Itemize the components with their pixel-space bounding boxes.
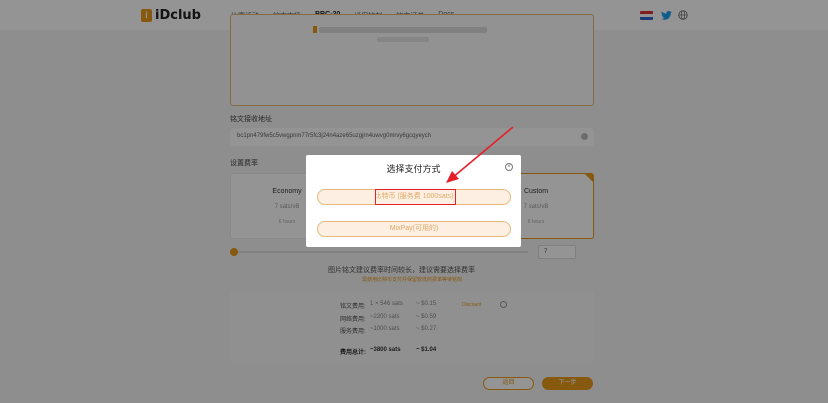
- modal-title: 选择支付方式: [386, 164, 441, 174]
- close-icon[interactable]: ×: [505, 163, 513, 171]
- annotation-highlight-box: [375, 189, 456, 205]
- pay-with-mixpay-button[interactable]: MixPay(可用的): [317, 221, 511, 237]
